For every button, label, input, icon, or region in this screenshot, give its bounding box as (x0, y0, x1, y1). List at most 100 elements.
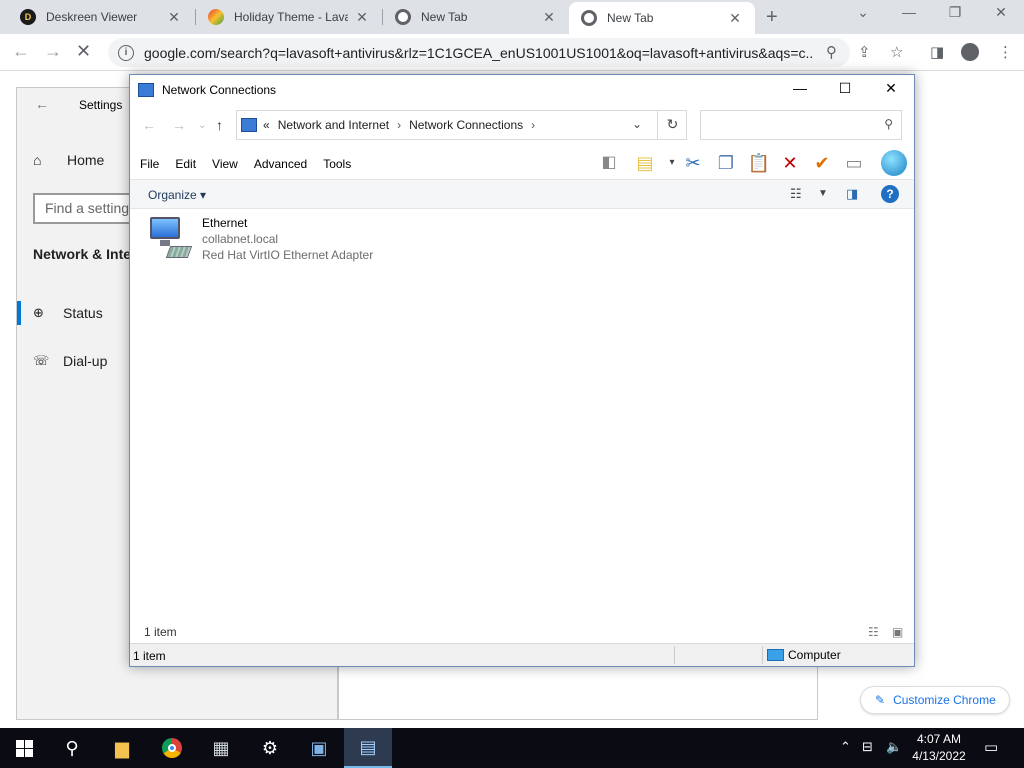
connection-network: collabnet.local (202, 232, 279, 246)
restore-button[interactable]: ❐ (940, 4, 970, 21)
settings-nav-status[interactable]: ⊕ Status (17, 298, 137, 328)
deskreen-icon: D (20, 9, 36, 25)
tab-title: New Tab (607, 11, 654, 25)
breadcrumb-network-internet[interactable]: Network and Internet (278, 118, 389, 132)
site-info-icon[interactable]: i (118, 44, 134, 61)
clock-time: 4:07 AM (916, 732, 962, 746)
tab-title: New Tab (421, 10, 468, 24)
back-arrow-icon[interactable]: ← (35, 96, 49, 112)
back-icon[interactable]: ← (12, 41, 30, 62)
close-icon[interactable]: ✕ (354, 9, 370, 26)
notifications-icon[interactable]: ▭ (984, 738, 998, 756)
window-titlebar[interactable]: Network Connections — ☐ ✕ (130, 75, 914, 105)
new-tab-button[interactable]: + (766, 6, 778, 29)
close-button[interactable]: ✕ (876, 80, 906, 97)
details-view-icon[interactable]: ☷ (868, 625, 879, 639)
breadcrumb-overflow[interactable]: « (263, 118, 270, 132)
properties-icon[interactable]: ▭ (842, 151, 866, 175)
settings-home[interactable]: ⌂ Home (33, 152, 104, 168)
search-icon[interactable]: ⚲ (48, 728, 96, 768)
settings-nav-dialup[interactable]: ☏ Dial-up (17, 346, 137, 376)
menu-file[interactable]: File (140, 157, 159, 171)
side-panel-icon[interactable]: ◨ (930, 43, 944, 61)
change-view-icon[interactable]: ☷ (790, 186, 802, 202)
address-row: ← → ⌄ ↑ « Network and Internet › Network… (130, 108, 914, 142)
organize-button[interactable]: Organize ▾ (148, 188, 206, 202)
chrome-icon (581, 10, 597, 26)
zoom-icon[interactable]: ⚲ (826, 43, 837, 61)
computer-icon (767, 649, 784, 661)
control-panel-icon[interactable]: ▦ (197, 728, 245, 768)
chevron-right-icon[interactable]: › (531, 118, 535, 132)
breadcrumb-network-connections[interactable]: Network Connections (409, 118, 523, 132)
address-breadcrumb[interactable]: « Network and Internet › Network Connect… (236, 110, 687, 140)
address-bar[interactable]: i google.com/search?q=lavasoft+antivirus… (108, 38, 850, 67)
minimize-button[interactable]: — (894, 4, 924, 20)
home-icon: ⌂ (33, 152, 42, 168)
dialup-icon: ☏ (33, 353, 50, 368)
folder-icon[interactable]: ▤ (633, 151, 657, 175)
organize-label: Organize (148, 188, 197, 202)
recent-locations-icon[interactable]: ⌄ (198, 120, 206, 131)
menu-tools[interactable]: Tools (323, 157, 351, 171)
tab-search-icon[interactable]: ⌄ (848, 4, 878, 21)
chevron-right-icon[interactable]: › (397, 118, 401, 132)
bookmark-star-icon[interactable]: ☆ (890, 43, 903, 61)
profile-avatar[interactable] (961, 43, 979, 61)
nav-label: Dial-up (63, 353, 108, 369)
back-icon[interactable]: ← (142, 117, 156, 133)
help-icon[interactable]: ? (881, 185, 899, 203)
menu-dots-icon[interactable]: ⋮ (998, 43, 1013, 61)
network-adapter-icon (148, 215, 193, 261)
menu-advanced[interactable]: Advanced (254, 157, 307, 171)
list-item-ethernet[interactable]: Ethernet collabnet.local Red Hat VirtIO … (148, 215, 373, 263)
chevron-up-icon[interactable]: ⌃ (840, 739, 851, 755)
customize-chrome-button[interactable]: ✎ Customize Chrome (860, 686, 1010, 714)
tab-new-tab-active[interactable]: New Tab ✕ (569, 2, 755, 34)
maximize-button[interactable]: ☐ (830, 80, 860, 97)
paste-icon[interactable]: 📋 (747, 151, 771, 175)
url-text[interactable]: google.com/search?q=lavasoft+antivirus&r… (144, 45, 814, 61)
copy-icon[interactable]: ❐ (714, 151, 738, 175)
tab-new-tab[interactable]: New Tab ✕ (383, 0, 569, 34)
cut-icon[interactable]: ✂ (681, 151, 705, 175)
close-window-button[interactable]: ✕ (986, 4, 1016, 21)
status-divider (762, 646, 763, 664)
share-icon[interactable]: ⇪ (858, 43, 871, 61)
tab-holiday-theme[interactable]: Holiday Theme - Lavas ✕ (196, 0, 382, 34)
network-status-icon[interactable]: ⊟ (862, 739, 873, 755)
globe-icon[interactable] (881, 150, 907, 176)
network-window-icon[interactable]: ▣ (295, 728, 343, 768)
chrome-icon[interactable] (148, 728, 196, 768)
preview-pane-icon[interactable]: ◨ (846, 186, 858, 202)
clock-date: 4/13/2022 (912, 749, 966, 763)
stop-loading-icon[interactable]: ✕ (76, 41, 91, 62)
customize-label: Customize Chrome (893, 693, 996, 707)
minimize-button[interactable]: — (785, 80, 815, 96)
close-icon[interactable]: ✕ (727, 10, 743, 27)
chevron-down-icon[interactable]: ⌄ (632, 117, 642, 131)
refresh-icon[interactable]: ↻ (657, 110, 687, 140)
checkmark-icon[interactable]: ✔ (810, 151, 834, 175)
preview-pane-icon[interactable]: ◧ (597, 151, 621, 175)
delete-icon[interactable]: ✕ (778, 151, 802, 175)
file-explorer-icon[interactable]: ▆ (98, 728, 146, 768)
forward-icon[interactable]: → (44, 41, 62, 62)
close-icon[interactable]: ✕ (166, 9, 182, 26)
forward-icon[interactable]: → (172, 117, 186, 133)
settings-gear-icon[interactable]: ⚙ (246, 728, 294, 768)
taskbar-clock[interactable]: 4:07 AM 4/13/2022 (902, 731, 976, 765)
large-icons-view-icon[interactable]: ▣ (892, 625, 903, 639)
search-input[interactable]: ⚲ (700, 110, 902, 140)
status-item-count: 1 item (133, 649, 166, 663)
status-location-label: Computer (788, 648, 841, 662)
tab-deskreen-viewer[interactable]: D Deskreen Viewer ✕ (8, 0, 194, 34)
menu-view[interactable]: View (212, 157, 238, 171)
close-icon[interactable]: ✕ (541, 9, 557, 26)
volume-icon[interactable]: 🔈 (886, 739, 902, 755)
network-connections-taskbar-icon[interactable]: ▤ (344, 728, 392, 768)
up-arrow-icon[interactable]: ↑ (216, 117, 223, 133)
chevron-down-icon[interactable]: ▼ (818, 188, 828, 199)
start-button[interactable] (0, 728, 48, 768)
menu-edit[interactable]: Edit (175, 157, 196, 171)
